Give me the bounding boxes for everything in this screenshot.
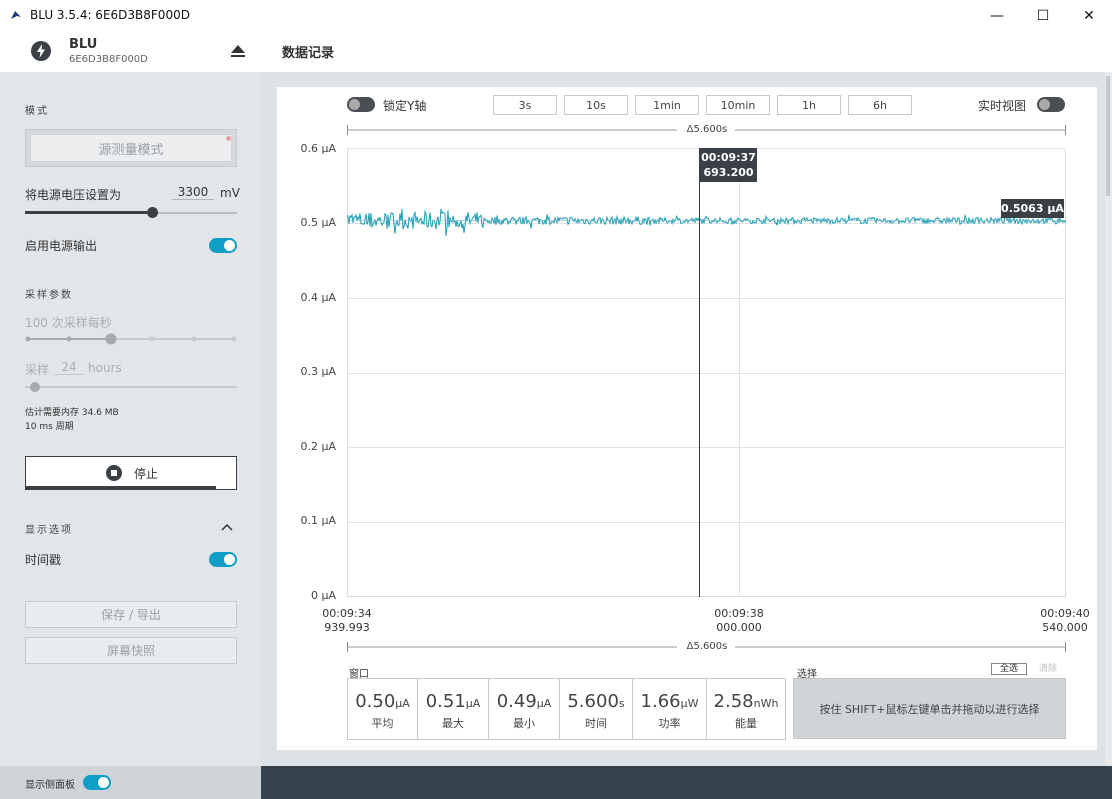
mode-indicator-dot bbox=[226, 136, 231, 141]
stat-time: 5.600s 时间 bbox=[560, 679, 633, 739]
voltage-unit: mV bbox=[220, 186, 240, 200]
sampling-section-title: 采样参数 bbox=[25, 290, 73, 301]
voltage-label: 将电源电压设置为 bbox=[25, 188, 122, 202]
stat-max: 0.51μA 最大 bbox=[418, 679, 489, 739]
save-export-button[interactable]: 保存 / 导出 bbox=[25, 601, 237, 628]
y-tick-label: 0.6 μA bbox=[300, 142, 336, 155]
screenshot-button[interactable]: 屏幕快照 bbox=[25, 637, 237, 664]
top-span-label: Δ5.600s bbox=[686, 124, 728, 135]
sample-duration-handle[interactable] bbox=[30, 382, 40, 392]
window-title: BLU 3.5.4: 6E6D3B8F000D bbox=[30, 8, 190, 22]
plot-border bbox=[347, 148, 1066, 597]
scrollbar-thumb[interactable] bbox=[1106, 76, 1110, 196]
voltage-input[interactable]: 3300 bbox=[172, 185, 214, 200]
memory-estimate: 估计需要内存 34.6 MB bbox=[25, 408, 119, 418]
zoom-1min-button[interactable]: 1min bbox=[635, 95, 699, 115]
y-tick-label: 0.3 μA bbox=[300, 365, 336, 378]
mode-section-title: 模式 bbox=[25, 106, 49, 117]
stat-min: 0.49μA 最小 bbox=[489, 679, 560, 739]
stop-button-label: 停止 bbox=[134, 467, 159, 481]
minimize-button[interactable]: — bbox=[974, 0, 1020, 32]
device-id: 6E6D3B8F000D bbox=[69, 54, 148, 65]
app-icon bbox=[11, 11, 21, 19]
eject-icon[interactable] bbox=[230, 44, 246, 58]
close-button[interactable]: ✕ bbox=[1066, 0, 1112, 32]
y-tick-label: 0.4 μA bbox=[300, 291, 336, 304]
cursor-tooltip: 00:09:37 693.200 bbox=[700, 148, 757, 182]
source-meter-mode-button[interactable]: 源测量模式 bbox=[30, 134, 232, 162]
select-all-button[interactable]: 全选 bbox=[991, 663, 1027, 675]
y-tick-label: 0.2 μA bbox=[300, 440, 336, 453]
period-text: 10 ms 周期 bbox=[25, 422, 74, 432]
device-name: BLU bbox=[69, 37, 98, 52]
stat-energy: 2.58nWh 能量 bbox=[713, 691, 779, 730]
page-title: 数据记录 bbox=[282, 46, 335, 61]
live-view-toggle[interactable] bbox=[1037, 97, 1065, 112]
voltage-slider-handle[interactable] bbox=[147, 207, 158, 218]
x-tick-label: 00:09:40 540.000 bbox=[1040, 607, 1090, 634]
sample-rate-slider[interactable] bbox=[22, 332, 242, 346]
bottom-span-label: Δ5.600s bbox=[686, 641, 728, 652]
sample-rate-label: 100 次采样每秒 bbox=[25, 316, 112, 330]
zoom-6h-button[interactable]: 6h bbox=[848, 95, 912, 115]
stat-power: 1.66μW 功率 bbox=[633, 679, 707, 739]
main-footer bbox=[261, 766, 1112, 799]
zoom-1h-button[interactable]: 1h bbox=[777, 95, 841, 115]
timestamp-toggle[interactable] bbox=[209, 552, 237, 567]
power-output-toggle[interactable] bbox=[209, 238, 237, 253]
stop-progress bbox=[26, 486, 216, 489]
current-chart[interactable] bbox=[347, 148, 1066, 597]
y-tick-label: 0.5 μA bbox=[300, 216, 336, 229]
chevron-up-icon[interactable] bbox=[221, 523, 233, 531]
selection-hint[interactable]: 按住 SHIFT+鼠标左键单击并拖动以进行选择 bbox=[793, 678, 1066, 739]
series-line bbox=[347, 208, 1066, 237]
clear-selection-button[interactable]: 清除 bbox=[1031, 663, 1065, 675]
title-bar: BLU 3.5.4: 6E6D3B8F000D — ☐ ✕ bbox=[0, 0, 1112, 32]
stop-button[interactable]: 停止 bbox=[25, 456, 237, 490]
display-section-title: 显示选项 bbox=[25, 525, 73, 536]
header: BLU 6E6D3B8F000D 数据记录 bbox=[0, 32, 1112, 72]
latest-value-label: 0.5063 μA bbox=[1001, 199, 1064, 218]
sample-duration-slider[interactable] bbox=[25, 386, 237, 388]
power-output-label: 启用电源输出 bbox=[25, 239, 98, 253]
lock-y-axis-toggle[interactable] bbox=[347, 97, 375, 112]
maximize-button[interactable]: ☐ bbox=[1020, 0, 1066, 32]
sample-duration-unit: hours bbox=[88, 361, 122, 375]
voltage-slider-fill bbox=[25, 211, 152, 214]
sample-duration-input[interactable]: 24 bbox=[54, 360, 84, 375]
lightning-icon bbox=[31, 41, 51, 61]
stop-icon bbox=[106, 465, 122, 481]
stat-average: 0.50μA 平均 bbox=[348, 679, 418, 739]
show-sidebar-toggle[interactable] bbox=[83, 775, 111, 790]
zoom-10s-button[interactable]: 10s bbox=[564, 95, 628, 115]
zoom-3s-button[interactable]: 3s bbox=[493, 95, 557, 115]
x-tick-label: 00:09:34 939.993 bbox=[322, 607, 372, 634]
zoom-10min-button[interactable]: 10min bbox=[706, 95, 770, 115]
sample-duration-label: 采样 bbox=[25, 363, 50, 377]
y-tick-label: 0 μA bbox=[310, 589, 336, 602]
timestamp-label: 时间戳 bbox=[25, 553, 62, 567]
live-view-label: 实时视图 bbox=[978, 99, 1027, 113]
lock-y-axis-label: 锁定Y轴 bbox=[383, 99, 427, 113]
sidebar-footer: 显示侧面板 bbox=[0, 766, 261, 799]
y-tick-label: 0.1 μA bbox=[300, 514, 336, 527]
show-sidebar-label: 显示侧面板 bbox=[25, 780, 75, 791]
x-tick-label: 00:09:38 000.000 bbox=[714, 607, 764, 634]
